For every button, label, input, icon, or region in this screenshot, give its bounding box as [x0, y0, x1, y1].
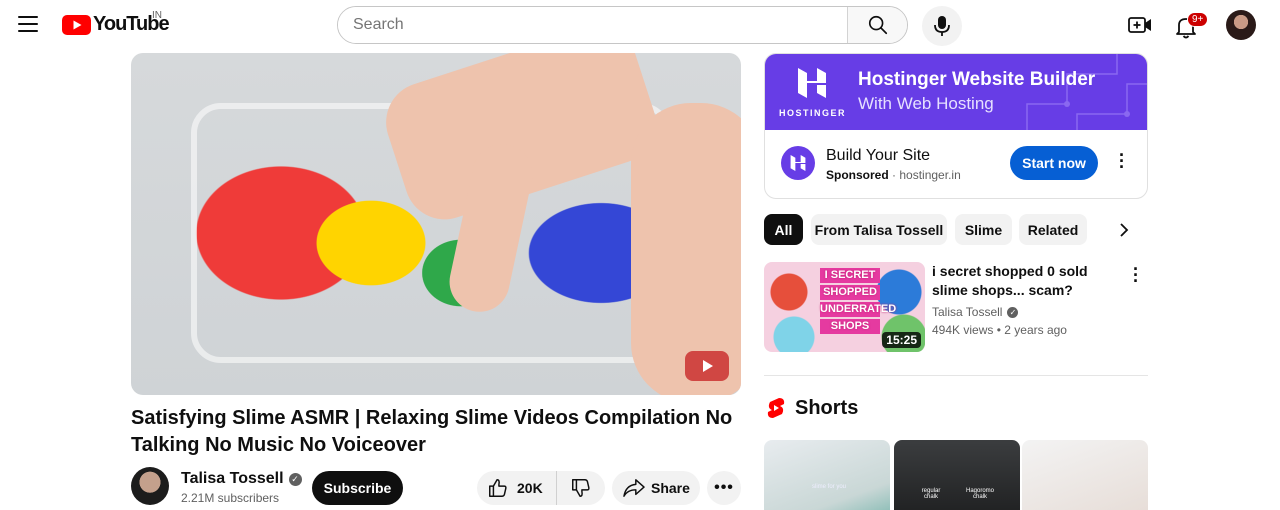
- video-title: Satisfying Slime ASMR | Relaxing Slime V…: [131, 407, 733, 456]
- ad-title[interactable]: Build Your Site: [826, 147, 930, 165]
- thumbnail-text-line: UNDERRATED: [820, 302, 897, 317]
- ad-meta: Sponsored · hostinger.in: [826, 168, 961, 182]
- short-card[interactable]: regular chalk Hagoromo chalk: [894, 440, 1020, 510]
- verified-icon: ✓: [288, 472, 302, 486]
- upload-age: 2 years ago: [1004, 323, 1067, 337]
- advertiser-avatar[interactable]: [781, 146, 815, 180]
- youtube-watch-page: YouTube IN 9+: [0, 0, 1280, 510]
- thumbnail-text-line: SHOPS: [820, 319, 880, 334]
- thumbs-up-icon: [489, 479, 507, 497]
- chip-related[interactable]: Related: [1019, 214, 1087, 245]
- video-player[interactable]: [131, 53, 741, 395]
- view-count: 494K views: [932, 323, 994, 337]
- start-now-button[interactable]: Start now: [1010, 146, 1098, 180]
- country-code: IN: [152, 10, 162, 21]
- create-video-icon: [1128, 17, 1151, 33]
- related-video-meta: 494K views • 2 years ago: [932, 323, 1067, 337]
- related-video-channel[interactable]: Talisa Tossell ✓: [932, 305, 1019, 319]
- channel-name: Talisa Tossell: [181, 470, 284, 487]
- ad-banner[interactable]: HOSTINGER Hostinger Website Builder With…: [765, 54, 1147, 130]
- search-button[interactable]: [847, 7, 907, 43]
- short-caption: regular chalk: [921, 488, 941, 500]
- search-bar: [337, 6, 908, 44]
- chip-from-channel[interactable]: From Talisa Tossell: [811, 214, 947, 245]
- thumbnail-text: I SECRET SHOPPED UNDERRATED SHOPS: [820, 268, 897, 336]
- more-actions-button[interactable]: •••: [707, 471, 741, 505]
- create-button[interactable]: [1126, 12, 1154, 38]
- like-dislike-group: 20K: [477, 471, 605, 505]
- share-label: Share: [651, 480, 690, 496]
- channel-name-link[interactable]: Talisa Tossell ✓: [181, 470, 302, 488]
- ad-domain: hostinger.in: [899, 168, 961, 182]
- chip-all[interactable]: All: [764, 214, 803, 245]
- verified-icon: ✓: [1007, 306, 1019, 318]
- subscribe-button[interactable]: Subscribe: [312, 471, 403, 505]
- search-icon: [868, 15, 887, 35]
- short-caption: Hagoromo chalk: [965, 488, 994, 500]
- thumbs-down-icon: [572, 479, 590, 497]
- thumbnail-text-line: I SECRET: [820, 268, 880, 283]
- shorts-icon: [767, 398, 785, 418]
- related-video-title[interactable]: i secret shopped 0 sold slime shops... s…: [932, 262, 1122, 300]
- hostinger-small-icon: [790, 155, 806, 171]
- shorts-heading: Shorts: [795, 397, 859, 419]
- ad-brand-name: HOSTINGER: [779, 108, 847, 118]
- menu-icon[interactable]: [18, 16, 38, 32]
- voice-search-button[interactable]: [922, 6, 962, 46]
- short-card[interactable]: slime for you: [764, 440, 890, 510]
- section-divider: [764, 375, 1148, 376]
- youtube-play-icon: [62, 14, 91, 35]
- ad-more-icon[interactable]: · · ·: [1115, 146, 1129, 176]
- hostinger-logo-icon: [798, 68, 826, 98]
- short-caption: slime for you: [811, 484, 846, 490]
- subscriber-count: 2.21M subscribers: [181, 491, 280, 505]
- watermark-play-icon: [685, 351, 729, 381]
- user-avatar[interactable]: [1226, 10, 1256, 40]
- chip-slime[interactable]: Slime: [955, 214, 1012, 245]
- related-video-thumbnail[interactable]: I SECRET SHOPPED UNDERRATED SHOPS 15:25: [764, 262, 925, 352]
- dislike-button[interactable]: [557, 477, 605, 499]
- related-channel-name: Talisa Tossell: [932, 305, 1003, 319]
- thumbnail-text-line: SHOPPED: [820, 285, 880, 300]
- circuit-decoration: [1026, 54, 1147, 130]
- channel-avatar[interactable]: [131, 467, 169, 505]
- notification-badge: 9+: [1187, 12, 1209, 27]
- ad-headline: Hostinger Website Builder: [858, 69, 1096, 90]
- search-input[interactable]: [338, 7, 847, 43]
- share-button[interactable]: Share: [612, 471, 700, 505]
- sponsored-label: Sponsored: [826, 168, 889, 182]
- microphone-icon: [934, 16, 950, 36]
- like-button[interactable]: 20K: [477, 471, 557, 505]
- related-video-more-icon[interactable]: · · ·: [1130, 260, 1142, 290]
- ad-card[interactable]: HOSTINGER Hostinger Website Builder With…: [764, 53, 1148, 199]
- share-icon: [623, 479, 645, 497]
- ad-subline: With Web Hosting: [858, 94, 994, 113]
- chevron-right-icon[interactable]: [1114, 220, 1134, 240]
- video-duration: 15:25: [882, 332, 921, 348]
- short-card[interactable]: [1022, 440, 1148, 510]
- like-count: 20K: [517, 480, 543, 496]
